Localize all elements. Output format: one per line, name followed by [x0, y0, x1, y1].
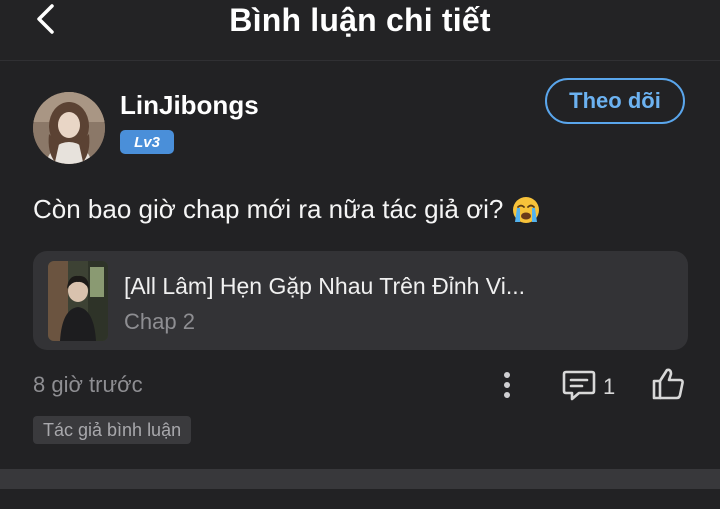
author-tag: Tác giả bình luận	[33, 416, 192, 444]
bottom-area	[0, 489, 720, 509]
story-thumbnail	[48, 261, 108, 341]
section-divider	[0, 469, 720, 489]
thumbs-up-icon[interactable]	[650, 366, 686, 402]
reply-count: 1	[603, 374, 616, 399]
story-chapter: Chap 2	[124, 309, 195, 334]
avatar[interactable]	[33, 92, 105, 164]
avatar-image	[33, 92, 105, 164]
comment-timestamp: 8 giờ trước	[33, 372, 143, 397]
comment-text: Còn bao giờ chap mới ra nữa tác giả ơi?	[33, 194, 504, 224]
story-card[interactable]: [All Lâm] Hẹn Gặp Nhau Trên Đỉnh Vi... C…	[33, 251, 688, 350]
level-badge: Lv3	[120, 130, 174, 154]
comment-body: Còn bao giờ chap mới ra nữa tác giả ơi?	[33, 194, 541, 225]
top-bar: Bình luận chi tiết	[0, 0, 720, 61]
follow-button[interactable]: Theo dõi	[545, 78, 685, 124]
comment-reply-icon[interactable]	[561, 368, 597, 402]
username[interactable]: LinJibongs	[120, 90, 259, 121]
loudly-crying-face-icon	[513, 196, 540, 223]
more-vertical-icon[interactable]	[496, 368, 518, 402]
page-title: Bình luận chi tiết	[229, 2, 491, 38]
story-title: [All Lâm] Hẹn Gặp Nhau Trên Đỉnh Vi...	[124, 273, 525, 299]
